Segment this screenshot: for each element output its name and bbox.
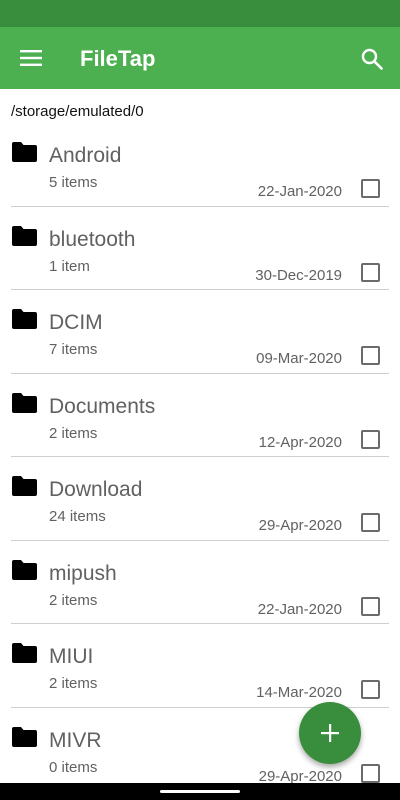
- modified-date: 12-Apr-2020: [258, 433, 342, 451]
- select-checkbox[interactable]: [361, 680, 380, 699]
- search-button[interactable]: [356, 43, 388, 75]
- file-list: Android 5 items 22-Jan-2020 bluetooth 1 …: [0, 123, 400, 791]
- folder-icon: [12, 309, 37, 329]
- select-checkbox[interactable]: [361, 763, 380, 783]
- folder-icon: [12, 476, 37, 496]
- item-count: 5 items: [49, 174, 98, 191]
- list-item[interactable]: Download 24 items 29-Apr-2020: [0, 457, 400, 541]
- modified-date: 14-Mar-2020: [256, 684, 342, 701]
- list-item[interactable]: mipush 2 items 22-Jan-2020: [0, 541, 400, 624]
- home-gesture-handle[interactable]: [160, 790, 240, 793]
- item-count: 2 items: [49, 424, 98, 442]
- folder-name: bluetooth: [49, 227, 136, 251]
- app-title: FileTap: [80, 46, 156, 71]
- list-item[interactable]: Android 5 items 22-Jan-2020: [0, 123, 400, 207]
- menu-button[interactable]: [16, 46, 46, 70]
- folder-name: DCIM: [49, 311, 103, 334]
- folder-icon: [12, 142, 37, 162]
- modified-date: 22-Jan-2020: [257, 183, 342, 200]
- folder-icon: [12, 559, 37, 580]
- list-item[interactable]: bluetooth 1 item 30-Dec-2019: [0, 207, 400, 290]
- select-checkbox[interactable]: [361, 429, 380, 449]
- item-count: 24 items: [49, 508, 106, 525]
- folder-icon: [12, 726, 37, 747]
- select-checkbox[interactable]: [361, 596, 380, 616]
- item-count: 2 items: [49, 591, 98, 609]
- modified-date: 29-Apr-2020: [258, 517, 342, 534]
- modified-date: 29-Apr-2020: [258, 767, 342, 785]
- select-checkbox[interactable]: [361, 262, 380, 282]
- select-checkbox[interactable]: [361, 346, 380, 365]
- folder-name: MIUI: [49, 645, 94, 668]
- select-checkbox[interactable]: [361, 179, 380, 198]
- item-count: 7 items: [49, 341, 98, 358]
- app-bar: FileTap: [0, 27, 400, 89]
- hamburger-menu-icon: [20, 50, 42, 66]
- current-path: /storage/emulated/0: [11, 103, 144, 120]
- list-item[interactable]: Documents 2 items 12-Apr-2020: [0, 374, 400, 457]
- folder-name: MIVR: [49, 728, 102, 752]
- item-count: 0 items: [49, 758, 98, 776]
- folder-name: mipush: [49, 561, 117, 585]
- folder-icon: [12, 225, 37, 246]
- search-icon: [361, 48, 383, 70]
- folder-name: Documents: [49, 394, 156, 418]
- list-item[interactable]: MIUI 2 items 14-Mar-2020: [0, 624, 400, 708]
- status-bar: [0, 0, 400, 27]
- folder-name: Download: [49, 478, 143, 501]
- item-count: 2 items: [49, 675, 98, 692]
- folder-icon: [12, 392, 37, 413]
- folder-icon: [12, 643, 37, 663]
- navigation-bar: [0, 783, 400, 800]
- plus-icon: [321, 724, 339, 742]
- item-count: 1 item: [49, 257, 90, 275]
- modified-date: 30-Dec-2019: [255, 266, 342, 284]
- folder-name: Android: [49, 144, 122, 167]
- list-item[interactable]: DCIM 7 items 09-Mar-2020: [0, 290, 400, 374]
- select-checkbox[interactable]: [361, 513, 380, 532]
- modified-date: 09-Mar-2020: [256, 350, 342, 367]
- add-fab-button[interactable]: [299, 702, 361, 764]
- modified-date: 22-Jan-2020: [257, 600, 342, 618]
